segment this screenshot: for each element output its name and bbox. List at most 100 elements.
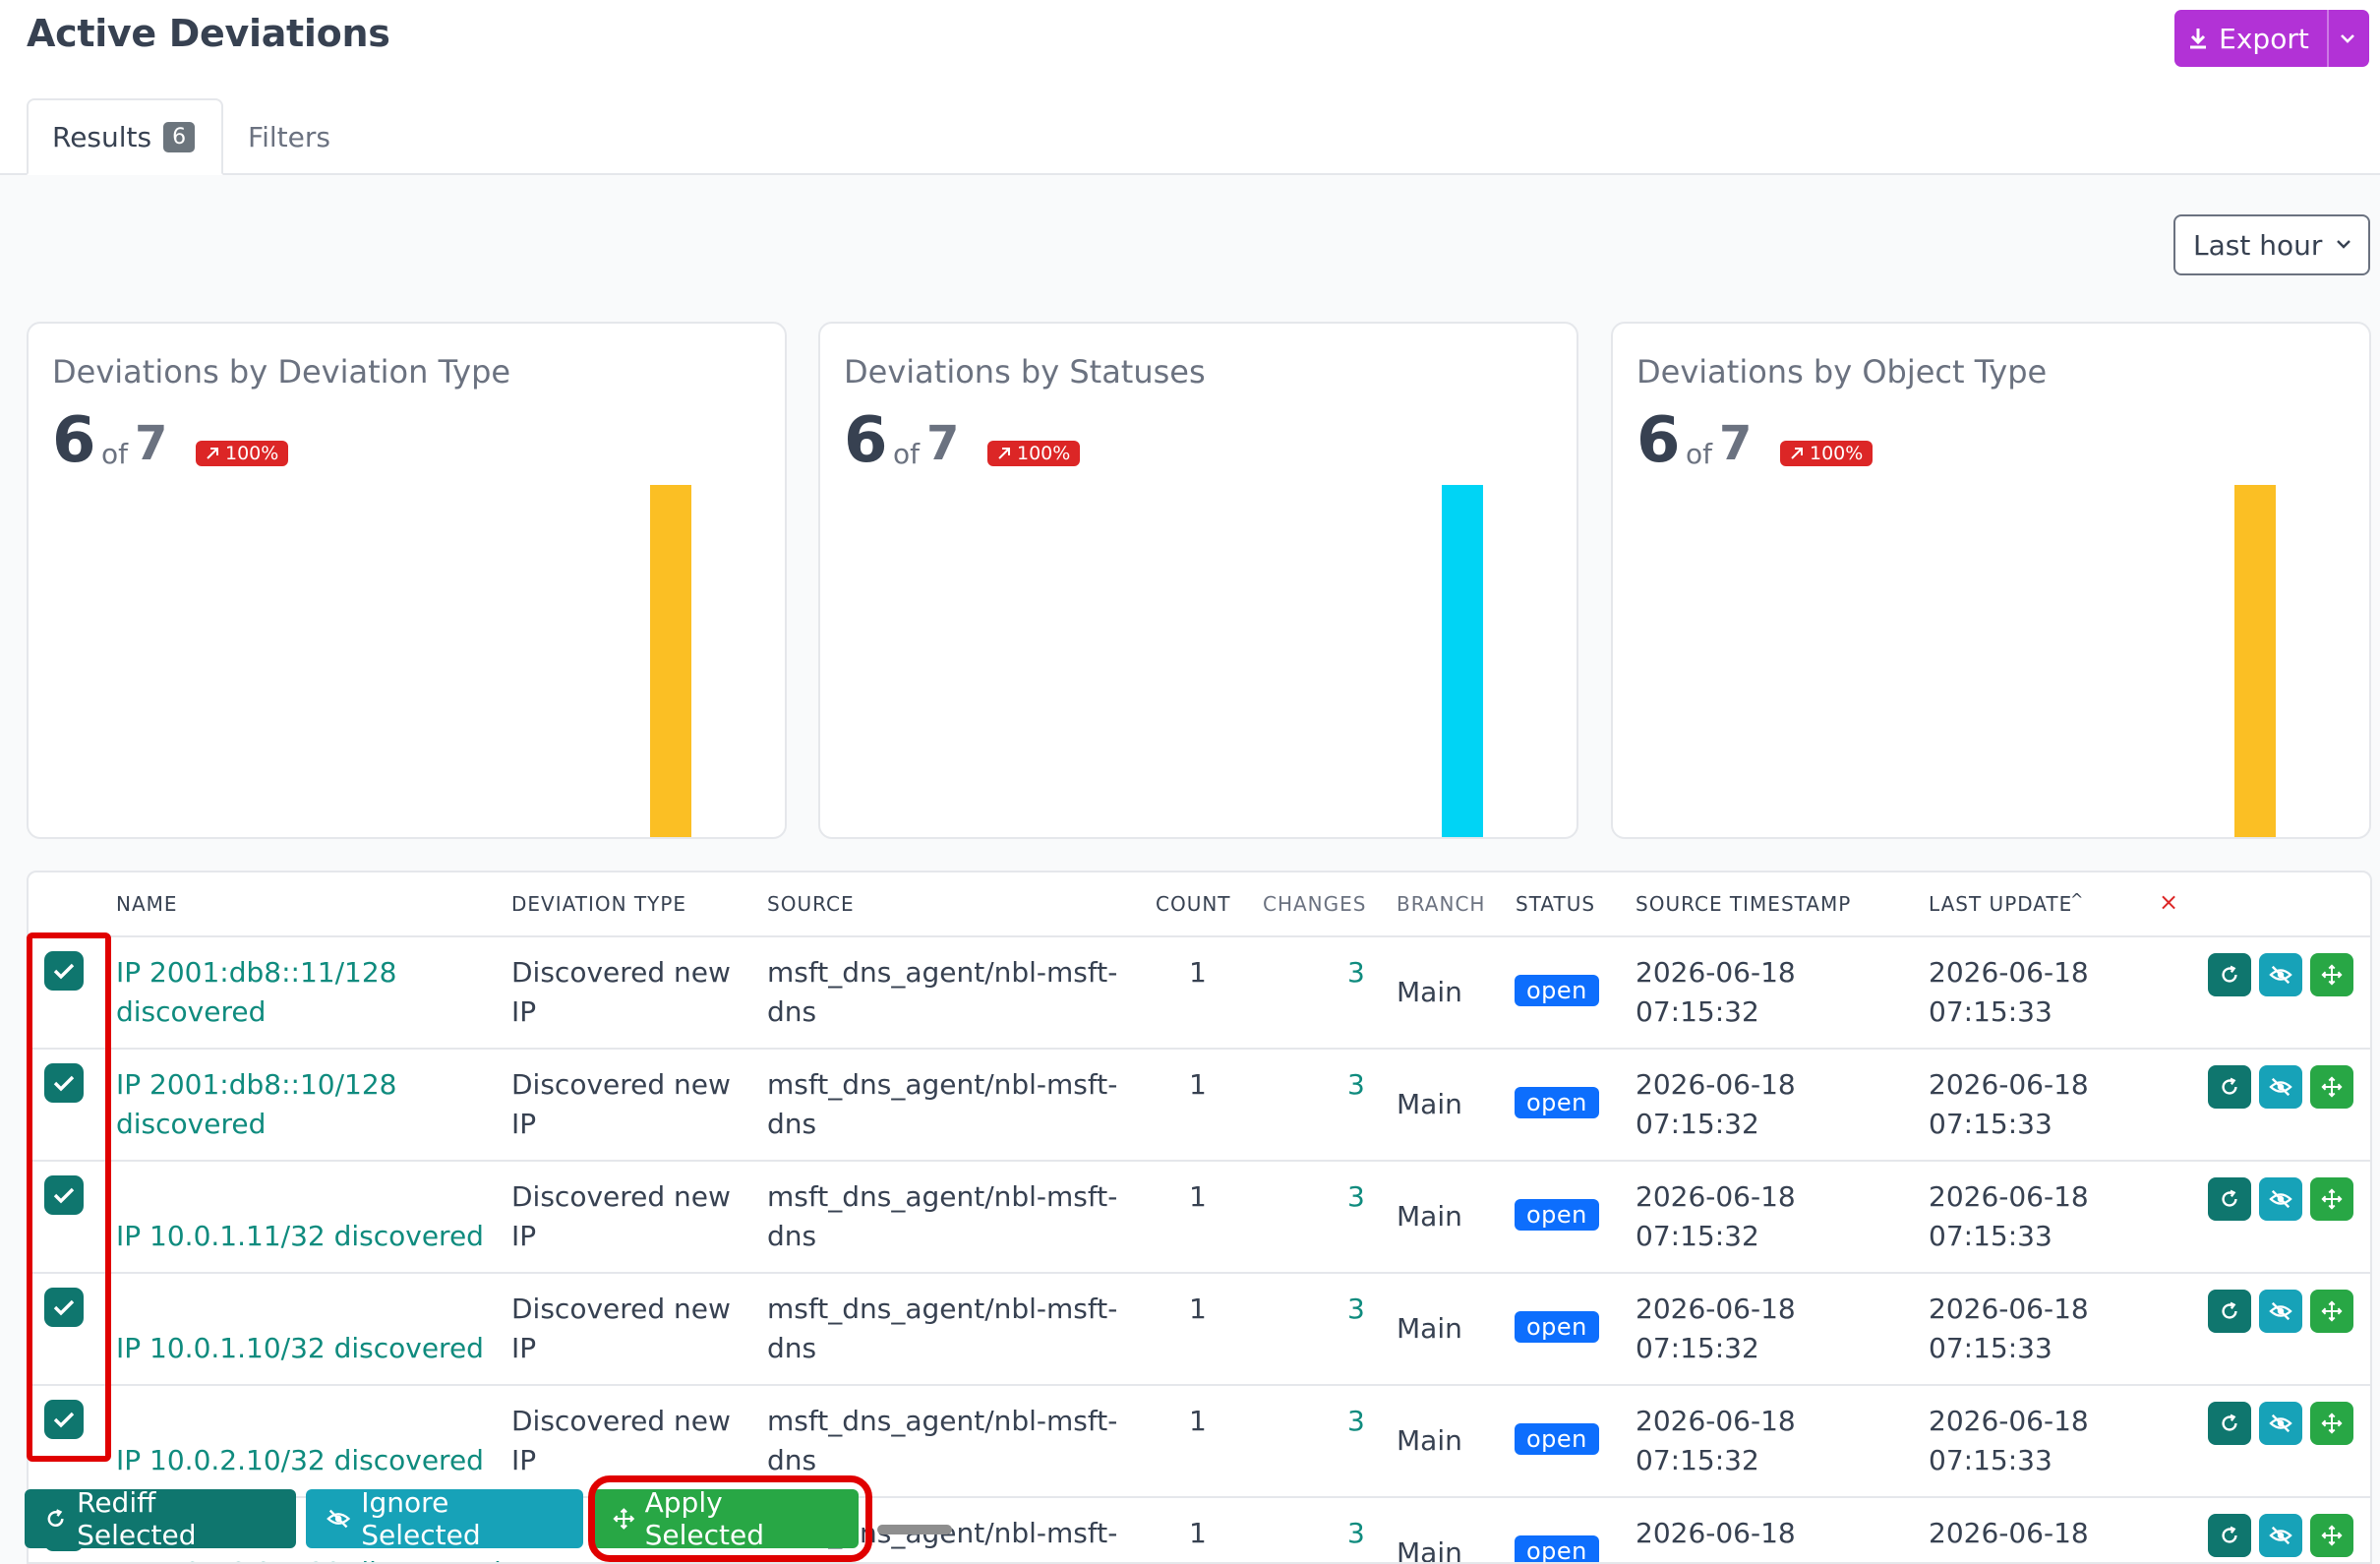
row-apply-button[interactable] (2310, 953, 2353, 996)
chart-bar (1442, 485, 1483, 837)
row-ignore-button[interactable] (2259, 1177, 2302, 1221)
last-update-line2: 07:15:33 (1929, 1332, 2053, 1364)
source-timestamp-line2: 07:15:32 (1636, 1444, 1759, 1476)
rediff-selected-button[interactable]: Rediff Selected (25, 1486, 296, 1551)
row-rediff-button[interactable] (2208, 953, 2251, 996)
row-ignore-button[interactable] (2259, 1065, 2302, 1109)
deviation-source-line1: msft_dns_agent/nbl-msft- (767, 1293, 1118, 1325)
card-total: 7 (1719, 416, 1753, 471)
last-update-line2: 07:15:33 (1929, 1444, 2053, 1476)
deviation-changes-link[interactable]: 3 (1347, 1514, 1365, 1553)
checkbox-column-highlight (27, 932, 111, 1462)
source-timestamp: 2026-06-18 07:15:32 (1636, 953, 1796, 1032)
refresh-icon (2222, 965, 2237, 983)
column-header-deviation-type[interactable]: DEVIATION TYPE (511, 892, 686, 916)
column-header-count[interactable]: COUNT (1156, 892, 1231, 916)
deviation-source-line2: dns (767, 1220, 817, 1252)
tab-results[interactable]: Results 6 (27, 98, 223, 175)
row-apply-button[interactable] (2310, 1514, 2353, 1557)
deviation-type: Discovered new IP (511, 1402, 731, 1480)
last-update: 2026-06-18 (1929, 1514, 2089, 1553)
last-update-line1: 2026-06-18 (1929, 1068, 2089, 1101)
deviation-name-link-line1: IP 10.0.1.11/32 discovered (116, 1220, 484, 1252)
row-ignore-button[interactable] (2259, 1290, 2302, 1333)
column-header-source[interactable]: SOURCE (767, 892, 855, 916)
clear-filter-icon[interactable]: × (2159, 888, 2178, 916)
row-rediff-button[interactable] (2208, 1290, 2251, 1333)
rediff-selected-label: Rediff Selected (77, 1486, 197, 1551)
deviation-source: msft_dns_agent/nbl-msft-dns (767, 1402, 1117, 1480)
drag-handle[interactable] (877, 1525, 952, 1534)
deviation-name-link-line1: IP 10.0.1.10/32 discovered (116, 1332, 484, 1364)
last-update-line1: 2026-06-18 (1929, 1517, 2089, 1549)
row-rediff-button[interactable] (2208, 1065, 2251, 1109)
last-update: 2026-06-18 07:15:33 (1929, 1065, 2089, 1144)
deviation-count: 1 (1189, 1405, 1207, 1437)
row-apply-button[interactable] (2310, 1177, 2353, 1221)
deviation-changes-link[interactable]: 3 (1347, 953, 1365, 993)
deviation-changes-link[interactable]: 3 (1347, 1065, 1365, 1105)
deviation-type-line1: Discovered new (511, 1180, 731, 1213)
source-timestamp: 2026-06-18 07:15:32 (1636, 1290, 1796, 1368)
row-apply-button[interactable] (2310, 1290, 2353, 1333)
deviation-name-link[interactable]: IP 10.0.1.10/32 discovered (116, 1329, 484, 1368)
chart-bar (2234, 485, 2276, 837)
chart-bar (650, 485, 691, 837)
export-split-divider (2326, 10, 2329, 67)
trend-value: 100% (1017, 443, 1071, 464)
page-title: Active Deviations (27, 12, 390, 55)
move-arrows-icon (2321, 964, 2343, 986)
deviation-type: Discovered new IP (511, 1290, 731, 1368)
table-row: IP 10.0.1.11/32 discovered Discovered new… (29, 1160, 2370, 1272)
row-apply-button[interactable] (2310, 1402, 2353, 1445)
download-icon (2190, 29, 2207, 49)
tab-filters[interactable]: Filters (248, 98, 330, 175)
deviation-name-link-line1: IP 172.16.0.5/32 discovered (116, 1553, 502, 1562)
table-row: IP 2001:db8::11/128 discovered Discovered … (29, 935, 2370, 1048)
last-update-line2: 07:15:33 (1929, 995, 2053, 1028)
deviation-name-link[interactable]: IP 10.0.2.10/32 discovered (116, 1441, 484, 1480)
row-ignore-button[interactable] (2259, 1402, 2302, 1445)
row-rediff-button[interactable] (2208, 1402, 2251, 1445)
export-label: Export (2219, 22, 2309, 55)
row-rediff-button[interactable] (2208, 1177, 2251, 1221)
column-header-status[interactable]: STATUS (1516, 892, 1595, 916)
deviation-changes-link[interactable]: 3 (1347, 1290, 1365, 1329)
column-header-source-timestamp[interactable]: SOURCE TIMESTAMP (1636, 892, 1851, 916)
deviation-count: 1 (1189, 1517, 1207, 1549)
deviation-name-link[interactable]: IP 172.16.0.5/32 discovered (116, 1553, 502, 1562)
eye-slash-icon (2269, 1077, 2292, 1097)
column-header-branch[interactable]: BRANCH (1397, 892, 1485, 916)
status-badge: open (1515, 1311, 1599, 1343)
trend-value: 100% (1810, 443, 1864, 464)
deviation-changes-link[interactable]: 3 (1347, 1402, 1365, 1441)
row-ignore-button[interactable] (2259, 1514, 2302, 1557)
column-header-name[interactable]: NAME (116, 892, 178, 916)
ignore-selected-button[interactable]: Ignore Selected (306, 1486, 583, 1551)
deviation-name-link[interactable]: IP 2001:db8::10/128 discovered (116, 1065, 396, 1144)
chevron-down-icon[interactable] (2339, 32, 2356, 44)
sort-asc-icon: ^ (2070, 890, 2085, 909)
deviation-name-link[interactable]: IP 10.0.1.11/32 discovered (116, 1217, 484, 1256)
source-timestamp-line1: 2026-06-18 (1636, 1517, 1796, 1549)
source-timestamp-line2: 07:15:32 (1636, 995, 1759, 1028)
column-header-changes[interactable]: CHANGES (1263, 892, 1366, 916)
deviation-branch: Main (1397, 1088, 1462, 1120)
time-range-value: Last hour (2193, 228, 2323, 262)
card-of-label: of (101, 438, 128, 470)
row-rediff-button[interactable] (2208, 1514, 2251, 1557)
deviation-name-link[interactable]: IP 2001:db8::11/128 discovered (116, 953, 396, 1032)
row-apply-button[interactable] (2310, 1065, 2353, 1109)
deviation-type-line1: Discovered new (511, 1405, 731, 1437)
deviation-branch: Main (1397, 1536, 1462, 1564)
trend-badge: 100% (987, 441, 1081, 466)
chevron-down-icon (2337, 240, 2350, 249)
time-range-select[interactable]: Last hour (2173, 214, 2370, 275)
deviation-type-line1: Discovered new (511, 1293, 731, 1325)
column-header-last-update[interactable]: LAST UPDATE (1929, 892, 2072, 916)
export-button[interactable]: Export (2174, 10, 2369, 67)
deviation-changes-link[interactable]: 3 (1347, 1177, 1365, 1217)
source-timestamp-line1: 2026-06-18 (1636, 956, 1796, 989)
results-count-badge: 6 (163, 121, 196, 152)
row-ignore-button[interactable] (2259, 953, 2302, 996)
